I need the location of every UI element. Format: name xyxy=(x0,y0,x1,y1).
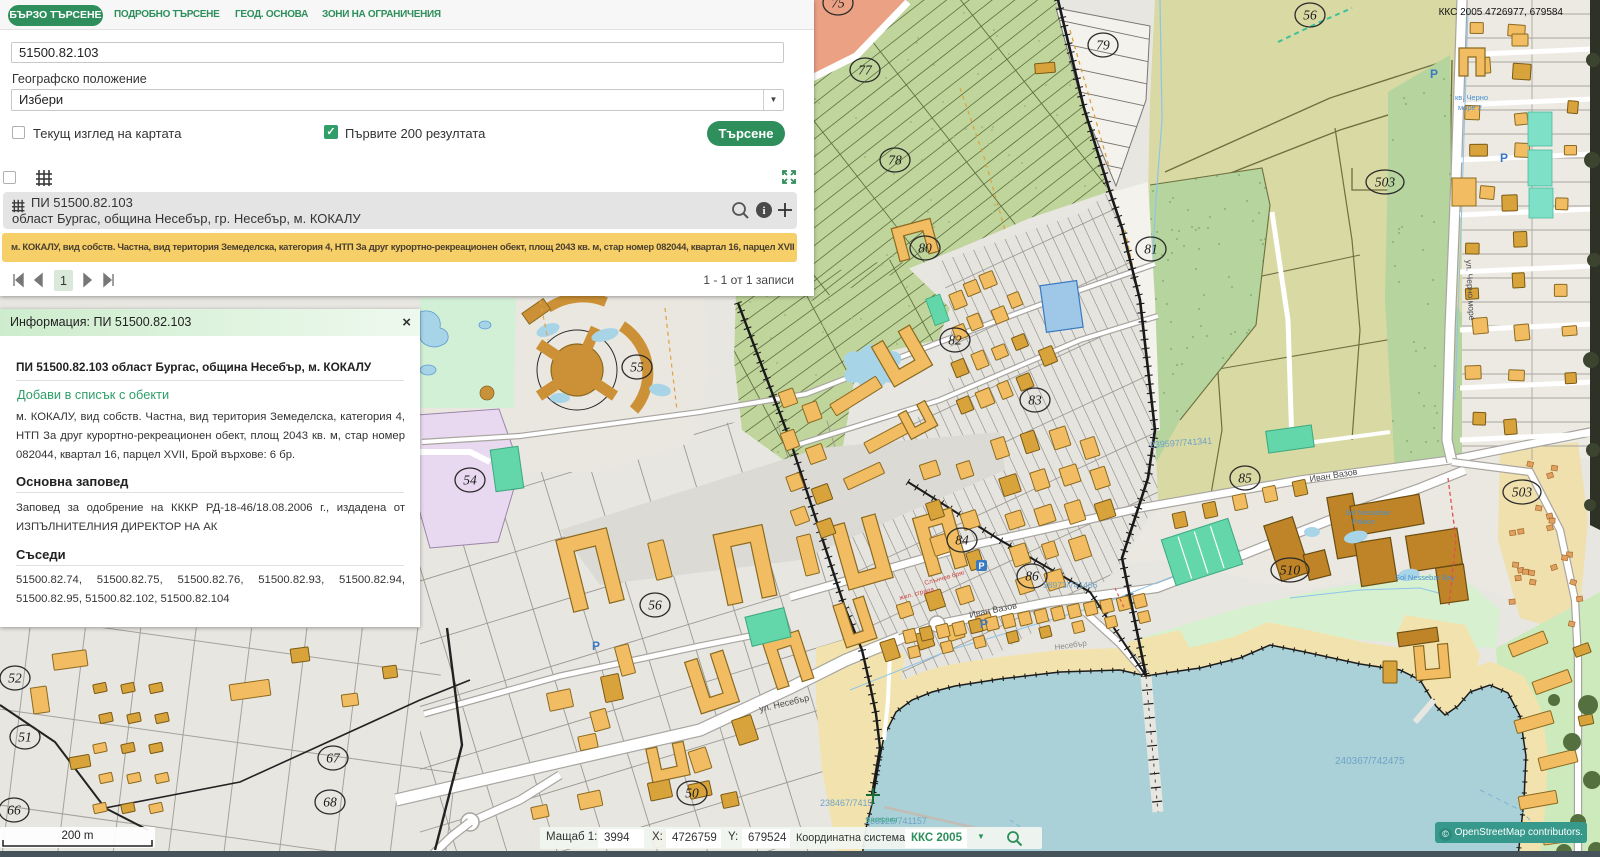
svg-text:i: i xyxy=(762,205,765,217)
svg-text:503: 503 xyxy=(1512,485,1533,500)
svg-text:77: 77 xyxy=(858,63,873,78)
svg-text:85: 85 xyxy=(1238,471,1252,486)
svg-text:86: 86 xyxy=(1025,569,1039,584)
svg-text:82: 82 xyxy=(948,333,962,348)
svg-text:P: P xyxy=(1500,151,1508,165)
svg-text:83: 83 xyxy=(1028,393,1042,408)
svg-text:море 2: море 2 xyxy=(1458,103,1482,112)
svg-text:P: P xyxy=(978,561,984,571)
svg-text:1: 1 xyxy=(60,274,67,288)
svg-text:84: 84 xyxy=(955,533,969,548)
svg-text:238467/7415: 238467/7415 xyxy=(820,798,873,808)
svg-text:75: 75 xyxy=(831,0,845,11)
svg-text:56: 56 xyxy=(1303,8,1317,23)
svg-text:68: 68 xyxy=(323,795,337,810)
svg-text:Palace: Palace xyxy=(1352,517,1375,526)
svg-text:81: 81 xyxy=(1144,242,1158,257)
svg-text:78: 78 xyxy=(888,153,902,168)
svg-text:P: P xyxy=(980,617,988,631)
svg-text:67: 67 xyxy=(326,751,341,766)
svg-text:P: P xyxy=(1430,67,1438,81)
svg-text:51: 51 xyxy=(18,730,32,745)
svg-text:кв. Черно: кв. Черно xyxy=(1455,93,1488,102)
svg-text:P: P xyxy=(592,639,600,653)
svg-text:79: 79 xyxy=(1096,38,1110,53)
svg-text:503: 503 xyxy=(1375,175,1396,190)
svg-text:38973/741466: 38973/741466 xyxy=(1043,580,1098,590)
svg-text:Sol Nessebar: Sol Nessebar xyxy=(1345,508,1391,517)
svg-text:Sol Nessebar Bay: Sol Nessebar Bay xyxy=(1395,573,1455,582)
svg-text:510: 510 xyxy=(1280,563,1301,578)
svg-text:ККС 2005 4726977, 679584: ККС 2005 4726977, 679584 xyxy=(1439,7,1564,18)
svg-text:66: 66 xyxy=(7,803,21,818)
svg-text:80: 80 xyxy=(918,241,932,256)
svg-text:54: 54 xyxy=(463,473,477,488)
svg-text:240367/742475: 240367/742475 xyxy=(1335,756,1405,767)
svg-text:52: 52 xyxy=(8,671,22,686)
svg-text:Бисерния: Бисерния xyxy=(866,817,898,824)
svg-text:50: 50 xyxy=(685,786,699,801)
svg-text:56: 56 xyxy=(648,598,662,613)
svg-text:55: 55 xyxy=(630,360,644,375)
